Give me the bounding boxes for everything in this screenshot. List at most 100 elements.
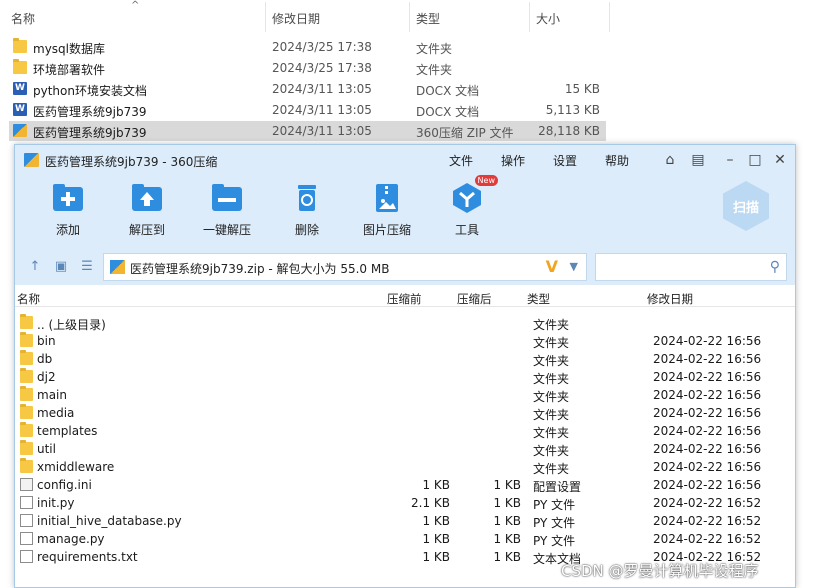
file-list-header: 名称 压缩前 压缩后 类型 修改日期 [15, 287, 795, 307]
menu-file[interactable]: 文件 [449, 152, 473, 169]
file-original: 1 KB [493, 532, 521, 546]
menu-help[interactable]: 帮助 [605, 152, 629, 169]
add-icon [51, 181, 85, 215]
file-row[interactable]: manage.py 1 KB 1 KB PY 文件 2024-02-22 16:52 [15, 530, 795, 548]
toolbar: 添加 解压到 一键解压 删除 图片压缩 New 工具 扫描 [15, 175, 795, 247]
delete-button[interactable]: 删除 [272, 181, 342, 238]
list-view-icon[interactable]: ☰ [79, 259, 95, 275]
file-name: dj2 [37, 370, 56, 384]
file-row[interactable]: main 文件夹 2024-02-22 16:56 [15, 386, 795, 404]
skin-icon[interactable]: ⌂ [661, 151, 679, 169]
one-click-extract-button[interactable]: 一键解压 [192, 181, 262, 238]
search-input[interactable]: ⚲ [595, 253, 787, 281]
explorer-row[interactable]: 环境部署软件 2024/3/25 17:38 文件夹 [9, 58, 606, 78]
explorer-column-header: ^ 名称 修改日期 类型 大小 [0, 0, 610, 34]
title-bar[interactable]: 医药管理系统9jb739 - 360压缩 文件 操作 设置 帮助 ⌂ ▤ – □… [15, 145, 795, 175]
file-icon [20, 532, 33, 545]
delete-label: 删除 [294, 223, 319, 237]
v-logo-icon[interactable]: V [546, 257, 558, 276]
address-text: 医药管理系统9jb739.zip - 解包大小为 55.0 MB [130, 262, 390, 276]
file-type: 文件夹 [533, 408, 570, 422]
explorer-row-name: 环境部署软件 [33, 63, 106, 77]
scan-button[interactable]: 扫描 [723, 181, 773, 237]
col-date[interactable]: 修改日期 [647, 291, 693, 307]
explorer-row-date: 2024/3/11 13:05 [272, 124, 372, 138]
explorer-row-size: 5,113 KB [545, 103, 600, 117]
up-arrow-icon[interactable]: ↑ [27, 259, 43, 275]
explorer-row-name: 医药管理系统9jb739 [33, 105, 147, 119]
folder-icon [13, 38, 27, 53]
file-row[interactable]: util 文件夹 2024-02-22 16:56 [15, 440, 795, 458]
feedback-icon[interactable]: ▤ [689, 151, 707, 169]
file-name: xmiddleware [37, 460, 115, 474]
explorer-col-date[interactable]: 修改日期 [272, 10, 320, 27]
col-original[interactable]: 压缩后 [457, 291, 492, 307]
explorer-col-type[interactable]: 类型 [416, 10, 440, 27]
col-compressed[interactable]: 压缩前 [387, 291, 422, 307]
folder-icon [20, 314, 33, 329]
new-badge: New [474, 175, 498, 186]
file-date: 2024-02-22 16:56 [653, 460, 762, 474]
minimize-icon[interactable]: – [721, 151, 739, 169]
explorer-row-selected[interactable]: 医药管理系统9jb739 2024/3/11 13:05 360压缩 ZIP 文… [9, 121, 606, 141]
tools-button[interactable]: New 工具 [432, 175, 502, 238]
file-type: 配置设置 [533, 480, 582, 494]
file-row[interactable]: xmiddleware 文件夹 2024-02-22 16:56 [15, 458, 795, 476]
config-file-icon [20, 478, 33, 491]
address-bar-area: ↑ ▣ ☰ 医药管理系统9jb739.zip - 解包大小为 55.0 MB V… [15, 247, 795, 285]
explorer-col-name[interactable]: 名称 [11, 10, 35, 27]
file-row[interactable]: templates 文件夹 2024-02-22 16:56 [15, 422, 795, 440]
zip-window: 医药管理系统9jb739 - 360压缩 文件 操作 设置 帮助 ⌂ ▤ – □… [14, 144, 796, 588]
file-row[interactable]: dj2 文件夹 2024-02-22 16:56 [15, 368, 795, 386]
file-date: 2024-02-22 16:56 [653, 388, 762, 402]
file-name: init.py [37, 496, 75, 510]
explorer-col-size[interactable]: 大小 [536, 10, 560, 27]
file-row[interactable]: config.ini 1 KB 1 KB 配置设置 2024-02-22 16:56 [15, 476, 795, 494]
address-field[interactable]: 医药管理系统9jb739.zip - 解包大小为 55.0 MB V ▼ [103, 253, 587, 281]
file-row[interactable]: .. (上级目录) 文件夹 [15, 314, 795, 332]
col-name[interactable]: 名称 [17, 291, 40, 307]
menu-settings[interactable]: 设置 [553, 152, 577, 169]
zip-archive-icon [110, 260, 125, 274]
tools-label: 工具 [454, 223, 479, 237]
explorer-row[interactable]: W python环境安装文档 2024/3/11 13:05 DOCX 文档 1… [9, 79, 606, 99]
chevron-down-icon[interactable]: ▼ [570, 260, 578, 273]
file-name: manage.py [37, 532, 105, 546]
explorer-row-type: DOCX 文档 [416, 105, 480, 119]
explorer-row-type: DOCX 文档 [416, 84, 480, 98]
file-date: 2024-02-22 16:56 [653, 478, 762, 492]
file-name: main [37, 388, 67, 402]
thumbnail-view-icon[interactable]: ▣ [53, 259, 69, 275]
explorer-row-size: 28,118 KB [538, 124, 600, 138]
close-icon[interactable]: ✕ [771, 151, 789, 169]
tools-icon: New [450, 175, 498, 215]
maximize-icon[interactable]: □ [746, 151, 764, 169]
col-type[interactable]: 类型 [527, 291, 550, 307]
file-type: PY 文件 [533, 498, 576, 512]
extract-to-button[interactable]: 解压到 [112, 181, 182, 238]
image-compress-label: 图片压缩 [362, 223, 411, 237]
explorer-row[interactable]: mysql数据库 2024/3/25 17:38 文件夹 [9, 37, 606, 57]
add-button[interactable]: 添加 [33, 181, 103, 238]
file-original: 1 KB [493, 496, 521, 510]
file-row[interactable]: init.py 2.1 KB 1 KB PY 文件 2024-02-22 16:52 [15, 494, 795, 512]
explorer-row[interactable]: W 医药管理系统9jb739 2024/3/11 13:05 DOCX 文档 5… [9, 100, 606, 120]
folder-icon [20, 386, 33, 401]
search-icon[interactable]: ⚲ [770, 259, 780, 275]
zip-archive-icon [13, 124, 27, 137]
menu-operation[interactable]: 操作 [501, 152, 525, 169]
extract-to-icon [130, 181, 164, 215]
zip-archive-icon [24, 153, 39, 167]
add-label: 添加 [55, 223, 80, 237]
file-date: 2024-02-22 16:56 [653, 424, 762, 438]
file-row[interactable]: media 文件夹 2024-02-22 16:56 [15, 404, 795, 422]
file-original: 1 KB [493, 550, 521, 564]
explorer-row-name: mysql数据库 [33, 42, 105, 56]
file-row[interactable]: bin 文件夹 2024-02-22 16:56 [15, 332, 795, 350]
one-click-extract-icon [210, 181, 244, 215]
explorer-row-date: 2024/3/11 13:05 [272, 82, 372, 96]
file-row[interactable]: db 文件夹 2024-02-22 16:56 [15, 350, 795, 368]
folder-icon [13, 59, 27, 74]
file-row[interactable]: initial_hive_database.py 1 KB 1 KB PY 文件 202… [15, 512, 795, 530]
image-compress-button[interactable]: 图片压缩 [352, 181, 422, 238]
